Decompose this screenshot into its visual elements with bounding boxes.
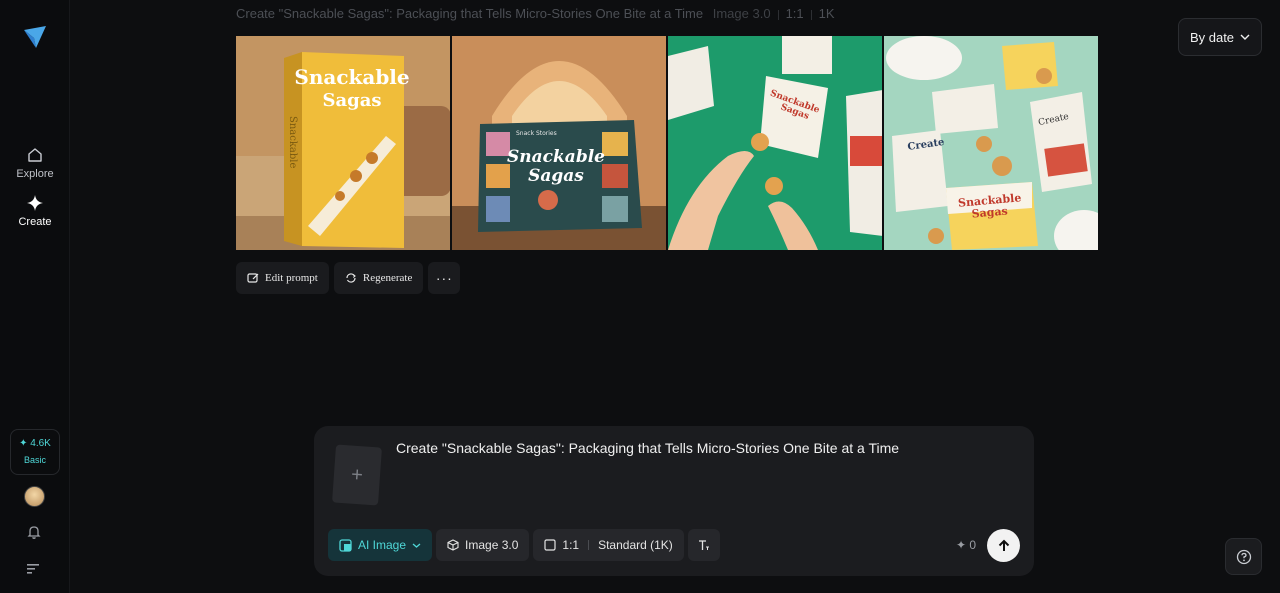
- more-icon: ···: [435, 270, 453, 286]
- image-icon: [339, 538, 352, 552]
- chevron-down-icon: [412, 543, 421, 548]
- image-3-art: Snackable Sagas: [668, 36, 882, 250]
- box-title-2: Sagas: [528, 166, 584, 186]
- edit-icon: [247, 273, 259, 283]
- box-title-1: Snackable: [294, 65, 409, 89]
- generated-image-2[interactable]: Snack Stories Snackable Sagas: [452, 36, 666, 250]
- mode-label: AI Image: [358, 538, 407, 552]
- prompt-input[interactable]: Create "Snackable Sagas": Packaging that…: [396, 440, 899, 456]
- text-style-button[interactable]: [687, 529, 720, 561]
- edit-prompt-label: Edit prompt: [265, 272, 318, 284]
- generated-image-4[interactable]: Create Create Snackable Sagas: [884, 36, 1098, 250]
- nav-explore[interactable]: Explore: [0, 146, 70, 180]
- plus-icon: +: [350, 463, 364, 486]
- edit-prompt-button[interactable]: Edit prompt: [236, 262, 329, 294]
- credits-amount: ✦ 4.6K: [19, 438, 51, 449]
- cube-icon: [447, 539, 459, 551]
- generation-resolution: 1K: [818, 6, 835, 21]
- chevron-down-icon: [1240, 34, 1250, 40]
- generated-image-3[interactable]: Snackable Sagas: [668, 36, 882, 250]
- divider: [810, 9, 812, 20]
- add-reference-button[interactable]: +: [332, 444, 382, 506]
- image-actions: Edit prompt Regenerate ···: [236, 262, 461, 294]
- menu-icon[interactable]: [27, 563, 41, 575]
- plan-label: Basic: [23, 455, 46, 465]
- quality-label: Standard (1K): [598, 538, 673, 552]
- generation-model: Image 3.0: [712, 6, 771, 21]
- model-label: Image 3.0: [465, 538, 519, 552]
- regenerate-button[interactable]: Regenerate: [333, 262, 424, 294]
- image-2-art: Snack Stories Snackable Sagas: [452, 36, 666, 250]
- composer-toolbar: AI Image Image 3.0 1:1 Standard (1K): [328, 529, 720, 561]
- nav-create-label: Create: [18, 216, 52, 228]
- generation-ratio: 1:1: [785, 6, 804, 21]
- app-logo[interactable]: [22, 24, 48, 50]
- box-title-2: Sagas: [322, 90, 381, 111]
- sparkle-icon: [27, 195, 43, 211]
- divider: [777, 9, 779, 20]
- nav-create[interactable]: Create: [0, 194, 70, 228]
- divider: [588, 540, 590, 550]
- square-icon: [544, 539, 557, 551]
- model-selector[interactable]: Image 3.0: [436, 529, 530, 561]
- ratio-label: 1:1: [562, 538, 580, 552]
- generation-title: Create "Snackable Sagas": Packaging that…: [236, 6, 704, 21]
- credits-badge[interactable]: ✦ 4.6K Basic: [10, 429, 60, 475]
- sort-label: By date: [1189, 29, 1235, 45]
- nav-explore-label: Explore: [16, 168, 54, 180]
- image-1-art: Snackable Sagas Snackable: [236, 36, 450, 250]
- mode-selector[interactable]: AI Image: [328, 529, 433, 561]
- spine-text: Snackable: [287, 116, 298, 168]
- help-icon: [1236, 549, 1251, 564]
- text-icon: [698, 540, 709, 550]
- sort-dropdown[interactable]: By date: [1178, 18, 1262, 56]
- avatar[interactable]: [24, 486, 45, 507]
- help-button[interactable]: [1225, 538, 1262, 575]
- generation-title-row: Create "Snackable Sagas": Packaging that…: [236, 6, 835, 21]
- sidebar: Explore Create ✦ 4.6K Basic: [0, 0, 70, 593]
- box-title-1: Snackable: [507, 147, 605, 167]
- size-selector[interactable]: 1:1 Standard (1K): [533, 529, 684, 561]
- more-options-button[interactable]: ···: [428, 262, 461, 294]
- bell-icon[interactable]: [26, 524, 42, 540]
- send-button[interactable]: [987, 529, 1020, 562]
- refresh-icon: [346, 273, 356, 283]
- regenerate-label: Regenerate: [362, 272, 413, 284]
- home-icon: [28, 148, 42, 162]
- arrow-up-icon: [998, 539, 1009, 551]
- corner-text: Snack Stories: [516, 130, 557, 137]
- generated-image-1[interactable]: Snackable Sagas Snackable: [236, 36, 450, 250]
- prompt-composer: + Create "Snackable Sagas": Packaging th…: [314, 426, 1034, 576]
- credit-cost: ✦ 0: [956, 538, 977, 552]
- image-4-art: Create Create Snackable Sagas: [884, 36, 1098, 250]
- image-gallery: Snackable Sagas Snackable Snack Stories …: [236, 36, 1098, 250]
